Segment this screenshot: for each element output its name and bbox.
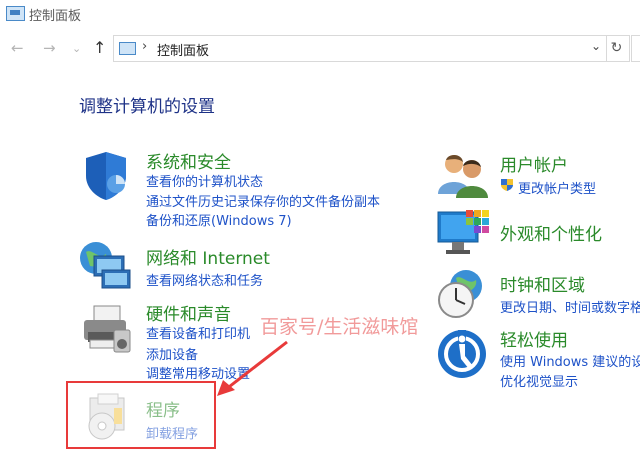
category-hardware-sound[interactable]: 硬件和声音 — [146, 300, 231, 325]
control-panel-icon — [6, 6, 25, 21]
address-dropdown-icon[interactable]: ⌄ — [591, 39, 601, 53]
appearance-monitor-icon[interactable] — [436, 208, 490, 258]
ease-of-access-icon[interactable] — [436, 328, 488, 380]
link-change-account-type[interactable]: 更改帐户类型 — [518, 178, 596, 197]
up-button[interactable]: ↑ — [93, 39, 106, 57]
chevron-right-icon[interactable]: › — [142, 39, 147, 54]
annotation-arrow-icon — [217, 340, 288, 396]
network-globe-icon[interactable] — [78, 238, 134, 290]
forward-button[interactable]: → — [43, 39, 56, 57]
category-system-security[interactable]: 系统和安全 — [146, 148, 231, 173]
window-title: 控制面板 — [29, 9, 82, 24]
watermark: 百家号/生活滋味馆 — [260, 316, 419, 338]
clock-globe-icon[interactable] — [436, 268, 488, 320]
back-button[interactable]: ← — [11, 39, 24, 57]
link-change-date-time-format[interactable]: 更改日期、时间或数字格式 — [500, 297, 640, 316]
link-windows-recommended-settings[interactable]: 使用 Windows 建议的设置 — [500, 351, 640, 370]
link-optimize-visual-display[interactable]: 优化视觉显示 — [500, 371, 578, 390]
link-add-device[interactable]: 添加设备 — [146, 344, 198, 363]
category-user-accounts[interactable]: 用户帐户 — [500, 151, 568, 176]
control-panel-icon — [119, 42, 136, 55]
breadcrumb-control-panel[interactable]: 控制面板 — [157, 40, 209, 59]
users-icon[interactable] — [436, 152, 488, 198]
search-input[interactable] — [631, 35, 640, 62]
uac-shield-icon — [501, 179, 513, 191]
category-clock-region[interactable]: 时钟和区域 — [500, 271, 585, 296]
category-ease-of-access[interactable]: 轻松使用 — [500, 326, 568, 351]
link-backup-restore[interactable]: 备份和还原(Windows 7) — [146, 210, 292, 229]
page-heading: 调整计算机的设置 — [79, 97, 215, 117]
link-file-history-backup[interactable]: 通过文件历史记录保存你的文件备份副本 — [146, 191, 380, 210]
category-appearance-personalization[interactable]: 外观和个性化 — [500, 220, 602, 245]
shield-icon[interactable] — [80, 150, 132, 202]
title-bar: 控制面板 — [0, 0, 640, 28]
category-network-internet[interactable]: 网络和 Internet — [146, 244, 270, 269]
recent-locations-dropdown[interactable]: ⌄ — [72, 40, 81, 58]
address-bar[interactable]: › 控制面板 ⌄ — [113, 35, 607, 62]
printer-icon[interactable] — [80, 302, 134, 356]
refresh-button[interactable]: ↻ — [604, 35, 630, 62]
annotation-highlight-box — [66, 381, 216, 449]
link-network-status[interactable]: 查看网络状态和任务 — [146, 270, 263, 289]
link-view-computer-status[interactable]: 查看你的计算机状态 — [146, 171, 263, 190]
